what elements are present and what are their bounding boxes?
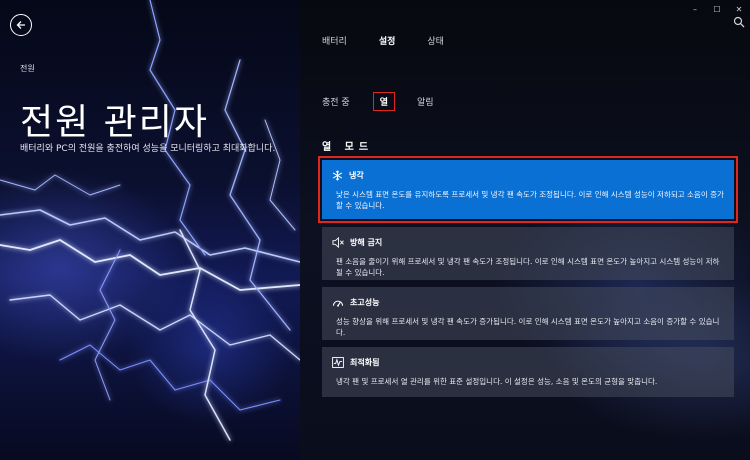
- gauge-icon: [332, 300, 344, 307]
- tab-battery[interactable]: 배터리: [322, 34, 347, 47]
- sub-tabs: 충전 중 열 알림: [322, 92, 434, 111]
- mode-name: 최적화됨: [350, 357, 380, 367]
- subtab-notifications[interactable]: 알림: [417, 95, 434, 108]
- close-button[interactable]: ✕: [728, 3, 750, 15]
- mode-description: 성능 향상을 위해 프로세서 및 냉각 팬 속도가 증가됩니다. 이로 인해 시…: [336, 317, 720, 337]
- section-title: 열 모드: [322, 142, 374, 153]
- mode-card-performance[interactable]: 초고성능 성능 향상을 위해 프로세서 및 냉각 팬 속도가 증가됩니다. 이로…: [322, 287, 734, 340]
- mode-card-cooling[interactable]: 냉각 낮은 시스템 표면 온도를 유지하도록 프로세서 및 냉각 팬 속도가 조…: [318, 156, 738, 223]
- mode-description: 냉각 팬 및 프로세서 열 관리를 위한 표준 설정입니다. 이 설정은 성능,…: [336, 377, 658, 386]
- back-arrow-icon: [16, 21, 25, 29]
- page-description: 배터리와 PC의 전원을 충전하여 성능을 모니터링하고 최대화합니다.: [20, 144, 276, 154]
- waveform-icon: [332, 356, 344, 368]
- minimize-button[interactable]: –: [684, 3, 706, 15]
- window-controls: – ☐ ✕: [684, 3, 750, 15]
- breadcrumb: 전원: [20, 64, 35, 73]
- subtab-thermal[interactable]: 열: [372, 92, 395, 111]
- snowflake-icon: [332, 169, 343, 181]
- tab-settings[interactable]: 설정: [379, 34, 396, 47]
- mute-icon: [332, 236, 344, 248]
- hero-panel: 전원 전원 관리자 배터리와 PC의 전원을 충전하여 성능을 모니터링하고 최…: [0, 0, 300, 460]
- mode-name: 방해 금지: [350, 237, 383, 247]
- mode-card-optimized[interactable]: 최적화됨 냉각 팬 및 프로세서 열 관리를 위한 표준 설정입니다. 이 설정…: [322, 347, 734, 397]
- mode-description: 낮은 시스템 표면 온도를 유지하도록 프로세서 및 냉각 팬 속도가 조정됩니…: [336, 190, 724, 210]
- main-tabs: 배터리 설정 상태: [322, 34, 476, 47]
- mode-card-quiet[interactable]: 방해 금지 팬 소음을 줄이기 위해 프로세서 및 냉각 팬 속도가 조정됩니다…: [322, 227, 734, 280]
- mode-name: 냉각: [349, 170, 364, 180]
- lightning-background: [0, 0, 300, 441]
- back-button[interactable]: [10, 14, 32, 36]
- page-title: 전원 관리자: [20, 102, 210, 143]
- maximize-button[interactable]: ☐: [706, 3, 728, 15]
- subtab-charging[interactable]: 충전 중: [322, 95, 350, 108]
- mode-name: 초고성능: [350, 297, 380, 307]
- settings-panel: – ☐ ✕ 배터리 설정 상태 충전 중 열 알림 열 모드 냉각 낮은 시스템…: [300, 0, 750, 460]
- tab-status[interactable]: 상태: [427, 34, 444, 47]
- mode-description: 팬 소음을 줄이기 위해 프로세서 및 냉각 팬 속도가 조정됩니다. 이로 인…: [336, 257, 720, 277]
- search-icon[interactable]: [733, 16, 745, 28]
